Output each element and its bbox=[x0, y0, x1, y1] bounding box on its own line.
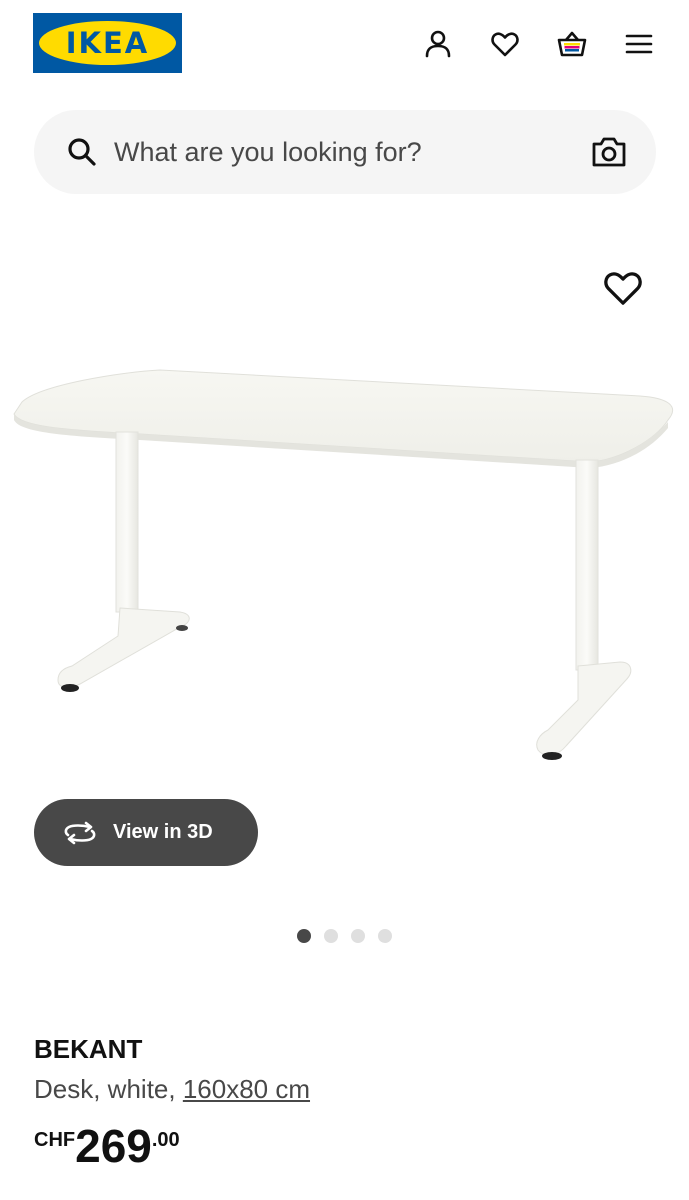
search-input[interactable] bbox=[114, 128, 574, 176]
price-currency: CHF bbox=[34, 1129, 76, 1151]
product-price: CHF 269 .00 bbox=[34, 1120, 180, 1172]
product-description-text: Desk, white, bbox=[34, 1074, 183, 1104]
basket-icon[interactable] bbox=[552, 24, 592, 64]
price-integer: 269 bbox=[75, 1120, 152, 1172]
ikea-logo[interactable]: IKEA bbox=[33, 13, 182, 73]
search-icon bbox=[68, 138, 96, 166]
product-description: Desk, white, 160x80 cm bbox=[34, 1074, 310, 1105]
view-in-3d-button[interactable]: View in 3D bbox=[34, 799, 258, 866]
product-name: BEKANT bbox=[34, 1034, 143, 1064]
carousel-dot-2[interactable] bbox=[324, 929, 338, 943]
heart-icon[interactable] bbox=[485, 24, 525, 64]
logo-text: IKEA bbox=[65, 26, 150, 60]
product-image[interactable] bbox=[0, 340, 689, 780]
image-carousel-dots bbox=[297, 929, 392, 943]
rotate-3d-icon bbox=[64, 821, 96, 844]
menu-icon[interactable] bbox=[619, 24, 659, 64]
carousel-dot-4[interactable] bbox=[378, 929, 392, 943]
carousel-dot-3[interactable] bbox=[351, 929, 365, 943]
carousel-dot-1[interactable] bbox=[297, 929, 311, 943]
user-icon[interactable] bbox=[418, 24, 458, 64]
search-bar[interactable] bbox=[34, 110, 656, 194]
product-measurement-link[interactable]: 160x80 cm bbox=[183, 1074, 310, 1104]
header: IKEA bbox=[0, 0, 689, 100]
add-to-favourites-heart-icon[interactable] bbox=[601, 266, 645, 310]
view-in-3d-label: View in 3D bbox=[113, 821, 213, 843]
price-decimal: .00 bbox=[151, 1129, 180, 1151]
camera-icon[interactable] bbox=[589, 132, 629, 172]
